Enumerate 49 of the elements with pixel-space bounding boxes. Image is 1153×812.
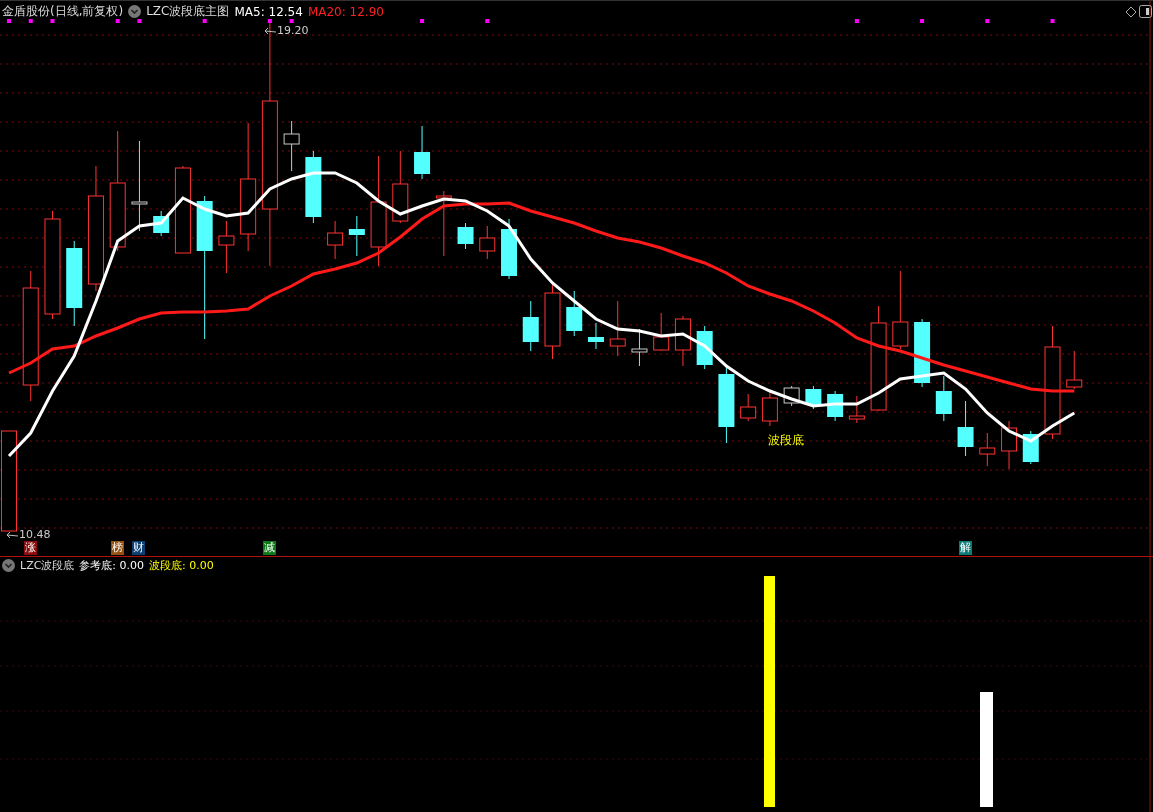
event-tag[interactable]: 财 [132, 541, 146, 555]
candle [153, 210, 170, 237]
event-tag[interactable]: 涨 [23, 541, 37, 555]
candle [1066, 350, 1083, 390]
reference-value: 参考底: 0.00 [79, 558, 145, 573]
arrow-icon [264, 26, 276, 35]
candle [696, 325, 713, 370]
panel-toggle-icon[interactable] [1139, 5, 1152, 18]
candle [501, 218, 517, 280]
candle [740, 393, 757, 422]
candle [566, 290, 583, 337]
candle [283, 120, 300, 172]
candle [522, 300, 539, 352]
candle [848, 395, 865, 424]
candle [653, 312, 670, 352]
candle [435, 190, 452, 257]
dropdown-icon[interactable] [2, 559, 15, 572]
signal-value: 波段底: 0.00 [149, 558, 214, 573]
candle [479, 225, 496, 260]
candle [914, 318, 931, 388]
candle [1001, 420, 1018, 470]
event-tag[interactable]: 解 [958, 541, 972, 555]
candle [327, 220, 344, 260]
candle [414, 125, 431, 180]
arrow-icon [6, 530, 18, 539]
diamond-icon[interactable] [1125, 6, 1137, 18]
candle [674, 315, 691, 367]
ma20-value: MA20: 12.90 [307, 4, 384, 19]
indicator-name: LZC波段底 [20, 558, 75, 573]
price-label: 19.20 [277, 24, 309, 37]
candle [805, 385, 822, 410]
chart-annotation: 波段底 [768, 432, 804, 449]
candle [761, 388, 778, 427]
candle [935, 375, 952, 422]
ma5-value: MA5: 12.54 [234, 4, 303, 19]
event-tag[interactable]: 榜 [110, 541, 124, 555]
event-tag[interactable]: 减 [262, 541, 276, 555]
candle [588, 322, 604, 350]
indicator-name: LZC波段底主图 [146, 3, 230, 20]
candle [609, 300, 626, 357]
dropdown-icon[interactable] [128, 5, 142, 18]
candle [457, 222, 474, 250]
candle [218, 220, 235, 274]
candle [957, 400, 974, 457]
candle [979, 432, 996, 467]
stock-title: 金盾股份(日线,前复权) [2, 3, 124, 20]
price-label: 10.48 [19, 528, 51, 541]
candle [348, 215, 365, 257]
candle [827, 390, 844, 422]
